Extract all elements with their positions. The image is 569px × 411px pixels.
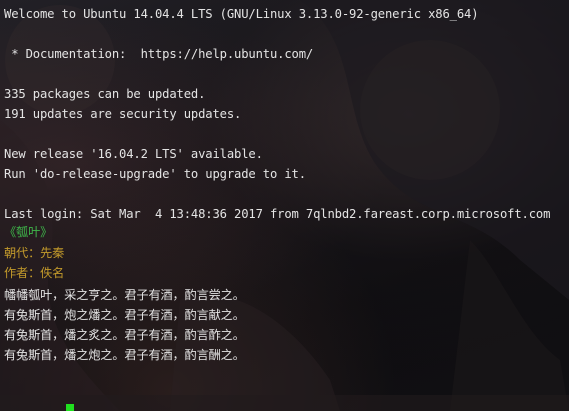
poem-author: 作者：佚名 — [4, 266, 65, 280]
terminal-window[interactable]: Welcome to Ubuntu 14.04.4 LTS (GNU/Linux… — [0, 0, 569, 411]
text-cursor[interactable] — [66, 404, 75, 411]
poem-line: 幡幡瓠叶，采之亨之。君子有酒，酌言尝之。 — [4, 288, 245, 302]
motd-packages: 335 packages can be updated. — [4, 87, 206, 101]
poem-dynasty: 朝代：先秦 — [4, 246, 65, 260]
poem-line: 有兔斯首，燔之炙之。君子有酒，酌言酢之。 — [4, 328, 245, 342]
shell-prompt[interactable]: ~ — [10, 383, 75, 411]
poem-title: 《瓠叶》 — [4, 225, 53, 239]
motd-welcome: Welcome to Ubuntu 14.04.4 LTS (GNU/Linux… — [4, 7, 479, 21]
motd-documentation: * Documentation: https://help.ubuntu.com… — [4, 47, 314, 61]
motd-upgrade-hint: Run 'do-release-upgrade' to upgrade to i… — [4, 167, 306, 181]
poem-line: 有兔斯首，燔之炮之。君子有酒，酌言酬之。 — [4, 348, 245, 362]
last-login: Last login: Sat Mar 4 13:48:36 2017 from… — [4, 207, 551, 221]
poem-line: 有兔斯首，炮之燔之。君子有酒，酌言献之。 — [4, 308, 245, 322]
prompt-tilde: ~ — [53, 406, 60, 411]
motd-security-updates: 191 updates are security updates. — [4, 107, 242, 121]
motd-new-release: New release '16.04.2 LTS' available. — [4, 147, 263, 161]
